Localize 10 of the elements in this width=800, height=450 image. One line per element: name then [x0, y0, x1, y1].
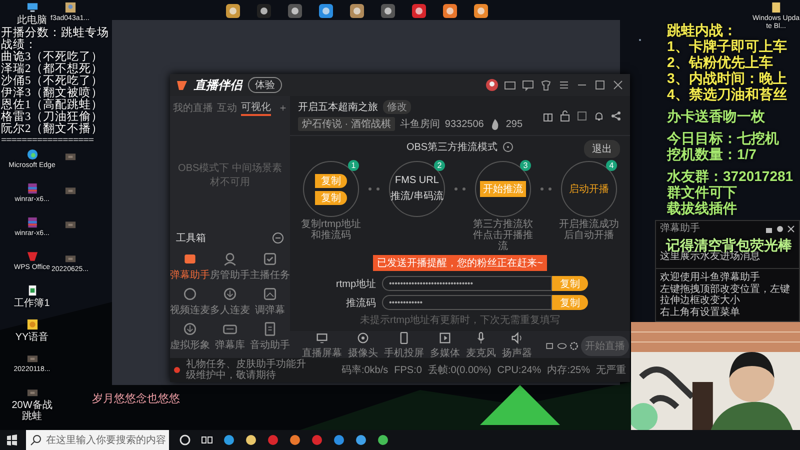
- taskbar-app-icon[interactable]: [377, 434, 389, 446]
- taskbar-app-icon[interactable]: [289, 434, 301, 446]
- taskbar-app-icon[interactable]: [223, 434, 235, 446]
- start-icon[interactable]: [6, 434, 18, 446]
- taskbar-app-icon[interactable]: [333, 434, 345, 446]
- taskbar-app-icon[interactable]: [245, 434, 257, 446]
- cortana-icon[interactable]: [179, 434, 191, 446]
- taskbar-app-icon[interactable]: [355, 434, 367, 446]
- search-icon: [30, 434, 42, 446]
- task-view-icon[interactable]: [201, 434, 213, 446]
